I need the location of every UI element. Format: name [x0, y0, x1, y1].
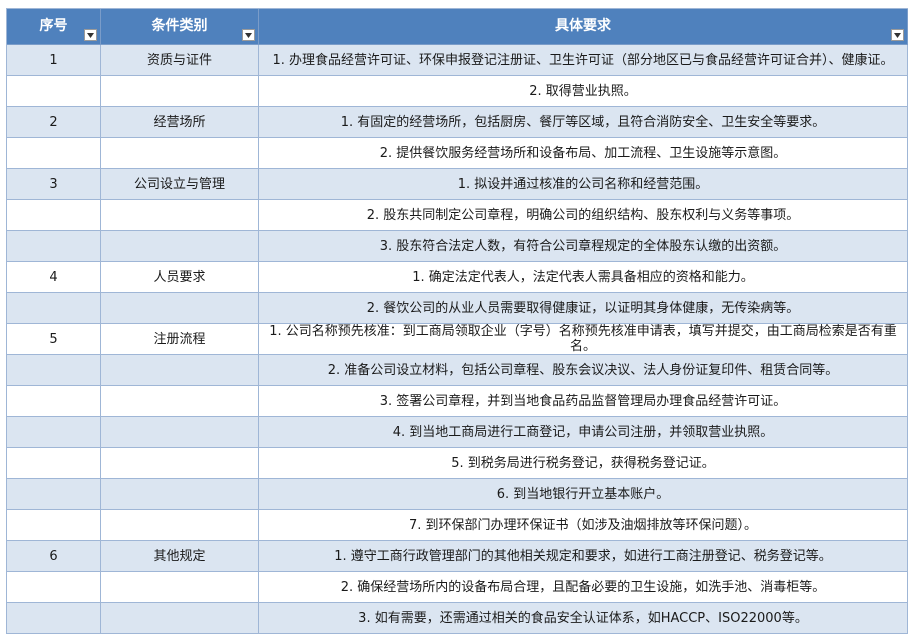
cell-requirement[interactable]: 1. 确定法定代表人，法定代表人需具备相应的资格和能力。: [259, 262, 908, 293]
cell-no[interactable]: [7, 479, 101, 510]
cell-requirement[interactable]: 1. 有固定的经营场所，包括厨房、餐厅等区域，且符合消防安全、卫生安全等要求。: [259, 107, 908, 138]
table-row: 2. 确保经营场所内的设备布局合理，且配备必要的卫生设施，如洗手池、消毒柜等。: [7, 572, 908, 603]
table-row: 2. 提供餐饮服务经营场所和设备布局、加工流程、卫生设施等示意图。: [7, 138, 908, 169]
cell-requirement[interactable]: 2. 提供餐饮服务经营场所和设备布局、加工流程、卫生设施等示意图。: [259, 138, 908, 169]
cell-requirement[interactable]: 1. 拟设并通过核准的公司名称和经营范围。: [259, 169, 908, 200]
cell-category[interactable]: [101, 510, 259, 541]
table-row: 1 资质与证件 1. 办理食品经营许可证、环保申报登记注册证、卫生许可证（部分地区已…: [7, 45, 908, 76]
cell-no[interactable]: [7, 510, 101, 541]
filter-dropdown-icon[interactable]: [84, 29, 97, 41]
table-row: 2 经营场所 1. 有固定的经营场所，包括厨房、餐厅等区域，且符合消防安全、卫生安全…: [7, 107, 908, 138]
cell-requirement[interactable]: 5. 到税务局进行税务登记，获得税务登记证。: [259, 448, 908, 479]
cell-no[interactable]: [7, 293, 101, 324]
table-row: 3 公司设立与管理 1. 拟设并通过核准的公司名称和经营范围。: [7, 169, 908, 200]
cell-requirement[interactable]: 3. 如有需要，还需通过相关的食品安全认证体系，如HACCP、ISO22000等…: [259, 603, 908, 634]
table-row: 2. 准备公司设立材料，包括公司章程、股东会议决议、法人身份证复印件、租赁合同等…: [7, 355, 908, 386]
cell-requirement[interactable]: 2. 取得营业执照。: [259, 76, 908, 107]
cell-requirement[interactable]: 6. 到当地银行开立基本账户。: [259, 479, 908, 510]
cell-no[interactable]: [7, 417, 101, 448]
cell-requirement[interactable]: 2. 餐饮公司的从业人员需要取得健康证，以证明其身体健康，无传染病等。: [259, 293, 908, 324]
cell-no[interactable]: [7, 231, 101, 262]
cell-category[interactable]: [101, 479, 259, 510]
table-row: 6. 到当地银行开立基本账户。: [7, 479, 908, 510]
table-row: 2. 取得营业执照。: [7, 76, 908, 107]
cell-no[interactable]: 3: [7, 169, 101, 200]
cell-category[interactable]: [101, 572, 259, 603]
table-row: 7. 到环保部门办理环保证书（如涉及油烟排放等环保问题）。: [7, 510, 908, 541]
cell-requirement[interactable]: 3. 签署公司章程，并到当地食品药品监督管理局办理食品经营许可证。: [259, 386, 908, 417]
cell-requirement[interactable]: 2. 股东共同制定公司章程，明确公司的组织结构、股东权利与义务等事项。: [259, 200, 908, 231]
cell-category[interactable]: 经营场所: [101, 107, 259, 138]
table-row: 3. 股东符合法定人数，有符合公司章程规定的全体股东认缴的出资额。: [7, 231, 908, 262]
table-row: 5. 到税务局进行税务登记，获得税务登记证。: [7, 448, 908, 479]
cell-no[interactable]: 6: [7, 541, 101, 572]
cell-requirement[interactable]: 3. 股东符合法定人数，有符合公司章程规定的全体股东认缴的出资额。: [259, 231, 908, 262]
cell-requirement[interactable]: 7. 到环保部门办理环保证书（如涉及油烟排放等环保问题）。: [259, 510, 908, 541]
cell-requirement[interactable]: 1. 办理食品经营许可证、环保申报登记注册证、卫生许可证（部分地区已与食品经营许…: [259, 45, 908, 76]
table-row: 3. 如有需要，还需通过相关的食品安全认证体系，如HACCP、ISO22000等…: [7, 603, 908, 634]
header-requirement[interactable]: 具体要求: [259, 9, 908, 45]
cell-no[interactable]: [7, 603, 101, 634]
cell-no[interactable]: [7, 200, 101, 231]
cell-category[interactable]: [101, 231, 259, 262]
cell-no[interactable]: [7, 572, 101, 603]
cell-category[interactable]: 其他规定: [101, 541, 259, 572]
table-row: 5 注册流程 1. 公司名称预先核准：到工商局领取企业（字号）名称预先核准申请表，填…: [7, 324, 908, 355]
cell-category[interactable]: 注册流程: [101, 324, 259, 355]
cell-no[interactable]: 4: [7, 262, 101, 293]
cell-requirement[interactable]: 1. 公司名称预先核准：到工商局领取企业（字号）名称预先核准申请表，填写并提交，…: [259, 324, 908, 355]
cell-category[interactable]: [101, 386, 259, 417]
cell-no[interactable]: [7, 386, 101, 417]
cell-no[interactable]: 2: [7, 107, 101, 138]
cell-requirement[interactable]: 2. 准备公司设立材料，包括公司章程、股东会议决议、法人身份证复印件、租赁合同等…: [259, 355, 908, 386]
cell-no[interactable]: [7, 138, 101, 169]
table-row: 2. 餐饮公司的从业人员需要取得健康证，以证明其身体健康，无传染病等。: [7, 293, 908, 324]
filter-dropdown-icon[interactable]: [891, 29, 904, 41]
cell-no[interactable]: 5: [7, 324, 101, 355]
table-header-row: 序号 条件类别 具体要求: [7, 9, 908, 45]
cell-category[interactable]: 资质与证件: [101, 45, 259, 76]
table-row: 4 人员要求 1. 确定法定代表人，法定代表人需具备相应的资格和能力。: [7, 262, 908, 293]
header-requirement-label: 具体要求: [555, 18, 611, 34]
table-row: 3. 签署公司章程，并到当地食品药品监督管理局办理食品经营许可证。: [7, 386, 908, 417]
cell-category[interactable]: [101, 603, 259, 634]
cell-category[interactable]: [101, 448, 259, 479]
cell-requirement[interactable]: 1. 遵守工商行政管理部门的其他相关规定和要求，如进行工商注册登记、税务登记等。: [259, 541, 908, 572]
cell-requirement[interactable]: 2. 确保经营场所内的设备布局合理，且配备必要的卫生设施，如洗手池、消毒柜等。: [259, 572, 908, 603]
header-no-label: 序号: [39, 18, 68, 34]
table-row: 4. 到当地工商局进行工商登记，申请公司注册，并领取营业执照。: [7, 417, 908, 448]
table-row: 6 其他规定 1. 遵守工商行政管理部门的其他相关规定和要求，如进行工商注册登记、税…: [7, 541, 908, 572]
header-category[interactable]: 条件类别: [101, 9, 259, 45]
cell-category[interactable]: [101, 76, 259, 107]
cell-requirement[interactable]: 4. 到当地工商局进行工商登记，申请公司注册，并领取营业执照。: [259, 417, 908, 448]
header-no[interactable]: 序号: [7, 9, 101, 45]
cell-no[interactable]: 1: [7, 45, 101, 76]
cell-category[interactable]: [101, 417, 259, 448]
cell-category[interactable]: 人员要求: [101, 262, 259, 293]
cell-no[interactable]: [7, 76, 101, 107]
filter-dropdown-icon[interactable]: [242, 29, 255, 41]
cell-category[interactable]: 公司设立与管理: [101, 169, 259, 200]
header-category-label: 条件类别: [151, 18, 208, 34]
cell-category[interactable]: [101, 200, 259, 231]
cell-no[interactable]: [7, 355, 101, 386]
requirements-table: 序号 条件类别 具体要求 1 资质与证件 1. 办理食品经营许可证、环保申报登记注册…: [6, 8, 908, 634]
cell-category[interactable]: [101, 355, 259, 386]
cell-no[interactable]: [7, 448, 101, 479]
cell-category[interactable]: [101, 293, 259, 324]
cell-category[interactable]: [101, 138, 259, 169]
table-row: 2. 股东共同制定公司章程，明确公司的组织结构、股东权利与义务等事项。: [7, 200, 908, 231]
